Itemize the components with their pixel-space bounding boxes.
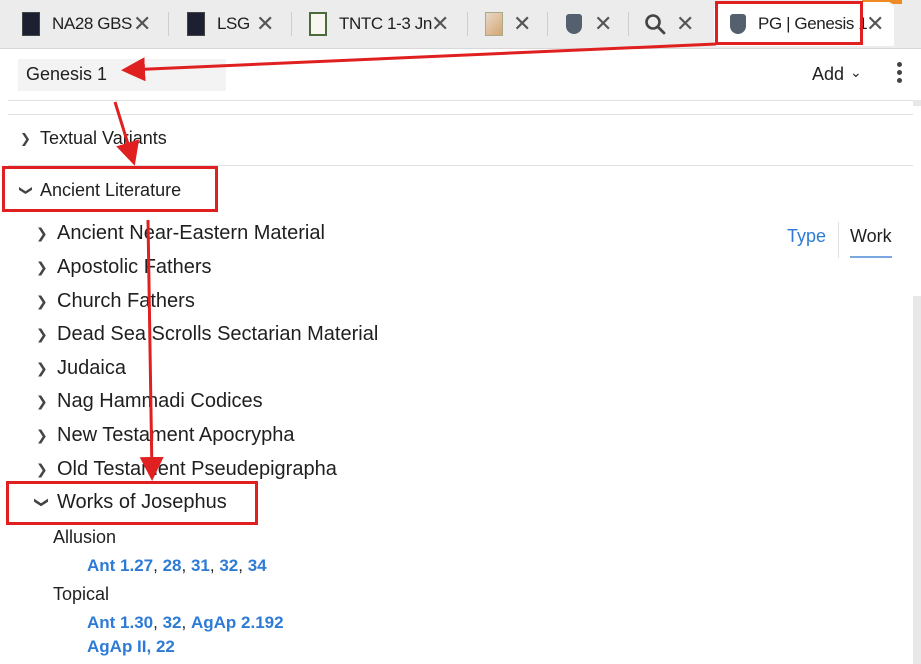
arrow-to-reference: [121, 42, 717, 82]
arrow-to-ancient-literature: [113, 101, 140, 166]
arrow-to-josephus: [139, 219, 164, 481]
annotation-arrows: [113, 42, 717, 481]
